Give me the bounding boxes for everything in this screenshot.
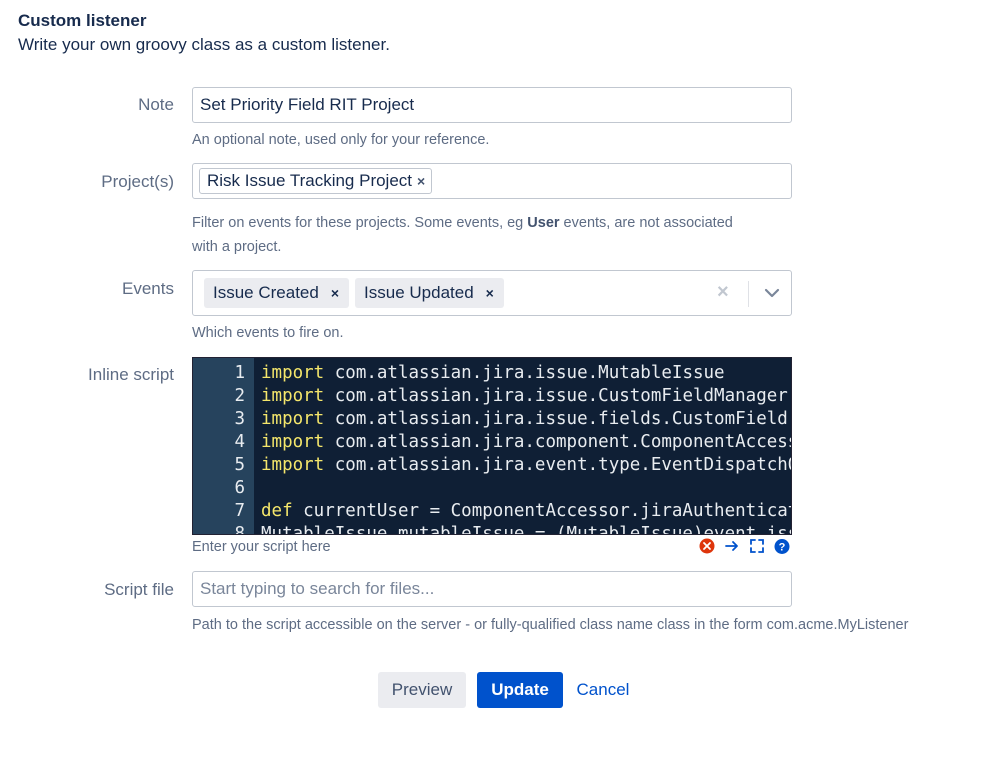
events-select[interactable]: Issue Created × Issue Updated × × [192, 270, 792, 316]
fullscreen-icon[interactable] [749, 538, 765, 554]
arrow-right-icon[interactable] [724, 538, 740, 554]
code-keyword: import [261, 386, 325, 406]
events-label: Events [122, 279, 174, 298]
inline-script-help: Enter your script here [192, 539, 331, 555]
code-keyword: import [261, 455, 325, 475]
code-line: 2 import com.atlassian.jira.issue.CustomF… [193, 386, 787, 409]
event-chip-issue-updated: Issue Updated × [355, 278, 504, 308]
events-separator [748, 281, 749, 307]
event-chip-label: Issue Updated [364, 283, 474, 302]
projects-help-bold: User [527, 215, 560, 231]
note-input[interactable]: Set Priority Field RIT Project [192, 87, 792, 123]
code-line: 4 import com.atlassian.jira.component.Com… [193, 432, 791, 455]
projects-select[interactable]: Risk Issue Tracking Project × [192, 163, 792, 199]
line-number: 3 [234, 409, 245, 429]
code-keyword: import [261, 363, 325, 383]
line-number: 5 [234, 455, 245, 475]
project-chip-label: Risk Issue Tracking Project [207, 171, 413, 190]
code-line: 5 import com.atlassian.jira.event.type.Ev… [193, 455, 791, 478]
clear-events-icon[interactable]: × [717, 281, 729, 304]
code-text: com.atlassian.jira.issue.CustomFieldMana… [324, 386, 788, 406]
remove-project-icon[interactable]: × [417, 173, 425, 189]
script-file-input[interactable]: Start typing to search for files... [192, 571, 792, 607]
event-chip-label: Issue Created [213, 283, 319, 302]
remove-event-icon[interactable]: × [331, 285, 339, 301]
error-icon[interactable] [699, 538, 715, 554]
inline-script-label: Inline script [88, 365, 174, 384]
svg-text:?: ? [779, 541, 786, 553]
script-file-placeholder: Start typing to search for files... [200, 579, 435, 598]
page-title: Custom listener [18, 11, 147, 30]
code-line: 6 [193, 478, 245, 501]
code-keyword: def [261, 501, 293, 521]
preview-button[interactable]: Preview [378, 672, 466, 708]
page-subtitle: Write your own groovy class as a custom … [18, 35, 390, 54]
remove-event-icon[interactable]: × [486, 285, 494, 301]
update-button[interactable]: Update [477, 672, 563, 708]
line-number: 2 [234, 386, 245, 406]
code-editor[interactable]: 1 import com.atlassian.jira.issue.Mutable… [192, 357, 792, 535]
code-text: MutableIssue mutableIssue = (MutableIssu… [261, 524, 792, 535]
code-text: currentUser = ComponentAccessor.jiraAuth… [303, 501, 791, 521]
projects-label: Project(s) [101, 172, 174, 191]
project-chip: Risk Issue Tracking Project × [199, 168, 433, 194]
line-number: 1 [234, 363, 245, 383]
script-file-label: Script file [104, 580, 174, 599]
code-text: com.atlassian.jira.issue.MutableIssue [324, 363, 725, 383]
events-help: Which events to fire on. [192, 325, 344, 341]
event-chip-issue-created: Issue Created × [204, 278, 350, 308]
projects-help-text-end: events, are not associated [559, 215, 733, 231]
projects-help: Filter on events for these projects. Som… [192, 211, 733, 259]
code-line: 7 def currentUser = ComponentAccessor.jir… [193, 501, 791, 524]
code-text: com.atlassian.jira.event.type.EventDispa… [334, 455, 791, 475]
script-file-help: Path to the script accessible on the ser… [192, 617, 909, 633]
note-label: Note [138, 95, 174, 114]
line-number: 7 [234, 501, 245, 521]
code-text: com.atlassian.jira.issue.fields.CustomFi… [324, 409, 788, 429]
code-line: 8 MutableIssue mutableIssue = (MutableIss… [193, 524, 791, 535]
code-keyword: import [261, 409, 325, 429]
help-icon[interactable]: ? [774, 538, 790, 554]
note-help: An optional note, used only for your ref… [192, 132, 490, 148]
line-number: 6 [234, 478, 245, 498]
editor-toolbar: ? [699, 538, 790, 554]
code-keyword: import [261, 432, 325, 452]
line-number: 8 [234, 524, 245, 535]
note-input-value: Set Priority Field RIT Project [200, 95, 415, 114]
line-number: 4 [234, 432, 245, 452]
cancel-button[interactable]: Cancel [572, 672, 634, 708]
code-line: 3 import com.atlassian.jira.issue.fields.… [193, 409, 787, 432]
code-text: com.atlassian.jira.component.ComponentAc… [324, 432, 792, 452]
projects-help-line2: with a project. [192, 239, 282, 255]
code-line: 1 import com.atlassian.jira.issue.Mutable… [193, 363, 724, 386]
chevron-down-icon[interactable] [762, 283, 782, 303]
projects-help-text: Filter on events for these projects. Som… [192, 215, 528, 231]
